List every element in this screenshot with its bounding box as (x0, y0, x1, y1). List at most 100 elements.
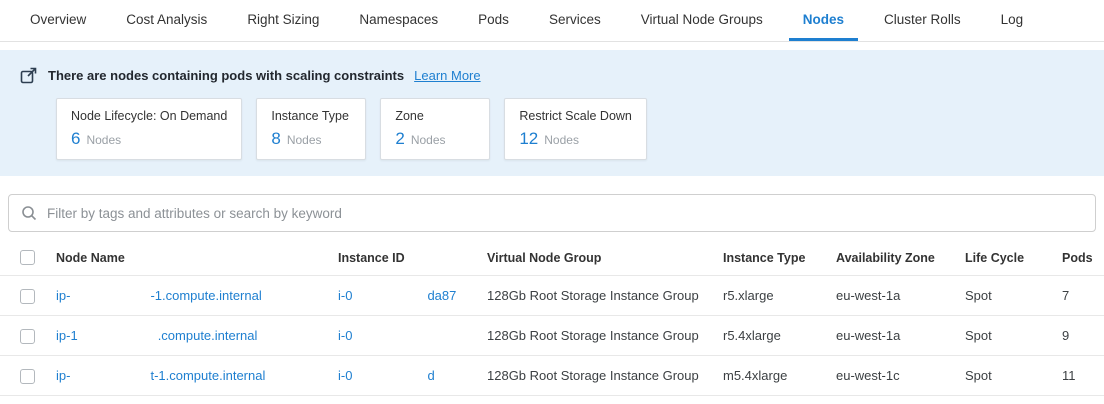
redacted-gap (78, 339, 158, 340)
node-name-link[interactable]: ip--1.compute.internal (56, 288, 262, 303)
search-input[interactable] (45, 195, 1095, 231)
instance-id-link[interactable]: i-0 d (338, 368, 435, 383)
banner-message-row: There are nodes containing pods with sca… (20, 66, 1084, 84)
redacted-gap (352, 379, 427, 380)
instance-id-cell: i-0 da87 (338, 288, 487, 303)
availability-zone-cell: eu-west-1a (836, 328, 965, 343)
card-count-row: 12 Nodes (519, 129, 632, 149)
banner-message: There are nodes containing pods with sca… (48, 68, 404, 83)
node-name-prefix: ip-1 (56, 328, 78, 343)
card-unit: Nodes (86, 133, 121, 147)
instance-id-suffix: da87 (427, 288, 456, 303)
column-header-node-name: Node Name (56, 251, 338, 265)
select-all-checkbox[interactable] (20, 250, 35, 265)
card-count: 8 (271, 129, 280, 149)
scaling-constraints-banner: There are nodes containing pods with sca… (0, 50, 1104, 176)
constraint-cards-row: Node Lifecycle: On Demand 6 Nodes Instan… (56, 98, 1084, 160)
card-unit: Nodes (544, 133, 579, 147)
card-count: 6 (71, 129, 80, 149)
tab-pods[interactable]: Pods (464, 0, 523, 41)
node-name-suffix: .compute.internal (158, 328, 258, 343)
tab-cost-analysis[interactable]: Cost Analysis (112, 0, 221, 41)
pods-cell: 11 (1062, 368, 1104, 383)
pods-cell: 9 (1062, 328, 1104, 343)
constraint-card-restrict-scale-down[interactable]: Restrict Scale Down 12 Nodes (504, 98, 647, 160)
constraint-card-instance-type[interactable]: Instance Type 8 Nodes (256, 98, 366, 160)
instance-id-suffix: d (427, 368, 434, 383)
tab-right-sizing[interactable]: Right Sizing (233, 0, 333, 41)
node-name-link[interactable]: ip-t-1.compute.internal (56, 368, 265, 383)
tab-cluster-rolls[interactable]: Cluster Rolls (870, 0, 975, 41)
row-checkbox[interactable] (20, 329, 35, 344)
life-cycle-cell: Spot (965, 368, 1062, 383)
row-checkbox-cell (0, 327, 56, 343)
node-name-cell: ip--1.compute.internal (56, 288, 338, 303)
instance-id-prefix: i-0 (338, 328, 352, 343)
card-count-row: 8 Nodes (271, 129, 351, 149)
search-icon (21, 205, 37, 221)
row-checkbox[interactable] (20, 289, 35, 304)
card-title: Node Lifecycle: On Demand (71, 109, 227, 123)
row-checkbox[interactable] (20, 369, 35, 384)
column-header-pods: Pods (1062, 251, 1104, 265)
card-unit: Nodes (287, 133, 322, 147)
card-title: Instance Type (271, 109, 351, 123)
virtual-node-group-cell: 128Gb Root Storage Instance Group (487, 328, 723, 343)
redacted-gap (352, 299, 427, 300)
filter-search (8, 194, 1096, 232)
table-header-row: Node Name Instance ID Virtual Node Group… (0, 240, 1104, 276)
card-title: Restrict Scale Down (519, 109, 632, 123)
life-cycle-cell: Spot (965, 328, 1062, 343)
table-row: ip-t-1.compute.internal i-0 d 128Gb Root … (0, 356, 1104, 396)
instance-type-cell: r5.xlarge (723, 288, 836, 303)
instance-type-cell: m5.4xlarge (723, 368, 836, 383)
card-count-row: 2 Nodes (395, 129, 475, 149)
tab-nodes[interactable]: Nodes (789, 0, 858, 41)
row-checkbox-cell (0, 287, 56, 303)
node-name-cell: ip-t-1.compute.internal (56, 368, 338, 383)
instance-id-cell: i-0 d (338, 368, 487, 383)
card-unit: Nodes (411, 133, 446, 147)
node-name-prefix: ip- (56, 288, 70, 303)
instance-id-link[interactable]: i-0 da87 (338, 288, 456, 303)
life-cycle-cell: Spot (965, 288, 1062, 303)
card-count-row: 6 Nodes (71, 129, 227, 149)
constraint-card-zone[interactable]: Zone 2 Nodes (380, 98, 490, 160)
scaling-constraint-icon (20, 66, 38, 84)
virtual-node-group-cell: 128Gb Root Storage Instance Group (487, 288, 723, 303)
node-name-prefix: ip- (56, 368, 70, 383)
availability-zone-cell: eu-west-1a (836, 288, 965, 303)
virtual-node-group-cell: 128Gb Root Storage Instance Group (487, 368, 723, 383)
table-row: ip--1.compute.internal i-0 da87 128Gb Roo… (0, 276, 1104, 316)
header-checkbox-cell (0, 250, 56, 265)
instance-type-cell: r5.4xlarge (723, 328, 836, 343)
tab-bar: Overview Cost Analysis Right Sizing Name… (0, 0, 1104, 42)
tab-services[interactable]: Services (535, 0, 615, 41)
column-header-instance-type: Instance Type (723, 251, 836, 265)
card-title: Zone (395, 109, 475, 123)
node-name-link[interactable]: ip-1 .compute.internal (56, 328, 257, 343)
constraint-card-node-lifecycle[interactable]: Node Lifecycle: On Demand 6 Nodes (56, 98, 242, 160)
learn-more-link[interactable]: Learn More (414, 68, 480, 83)
tab-virtual-node-groups[interactable]: Virtual Node Groups (627, 0, 777, 41)
redacted-gap (70, 379, 150, 380)
tab-overview[interactable]: Overview (16, 0, 100, 41)
pods-cell: 7 (1062, 288, 1104, 303)
nodes-table: Node Name Instance ID Virtual Node Group… (0, 240, 1104, 396)
instance-id-cell: i-0 (338, 328, 487, 343)
node-name-cell: ip-1 .compute.internal (56, 328, 338, 343)
table-row: ip-1 .compute.internal i-0 128Gb Root Sto… (0, 316, 1104, 356)
redacted-gap (70, 299, 150, 300)
instance-id-prefix: i-0 (338, 288, 352, 303)
column-header-availability-zone: Availability Zone (836, 251, 965, 265)
availability-zone-cell: eu-west-1c (836, 368, 965, 383)
column-header-life-cycle: Life Cycle (965, 251, 1062, 265)
tab-log[interactable]: Log (987, 0, 1038, 41)
instance-id-prefix: i-0 (338, 368, 352, 383)
node-name-suffix: t-1.compute.internal (150, 368, 265, 383)
tab-namespaces[interactable]: Namespaces (345, 0, 452, 41)
instance-id-link[interactable]: i-0 (338, 328, 427, 343)
redacted-gap (352, 339, 427, 340)
row-checkbox-cell (0, 367, 56, 383)
card-count: 2 (395, 129, 404, 149)
